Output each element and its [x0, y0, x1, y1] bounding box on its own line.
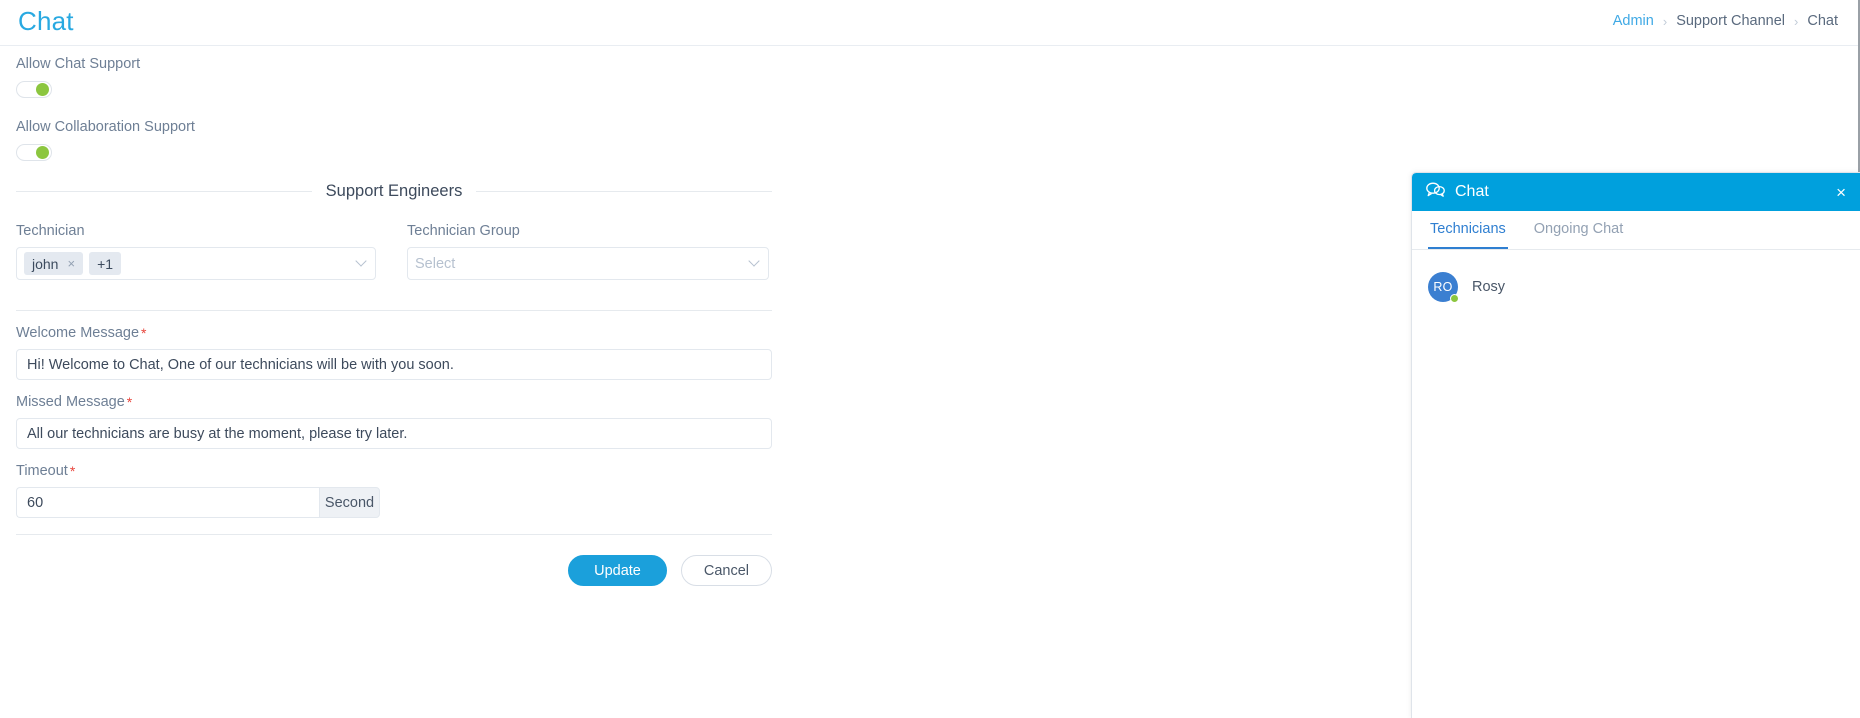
remove-chip-icon[interactable]: ×: [67, 256, 75, 271]
support-engineers-section-header: Support Engineers: [16, 182, 772, 201]
missed-message-label: Missed Message *: [16, 394, 772, 410]
page-header: Chat Admin › Support Channel › Chat: [0, 0, 1858, 46]
missed-message-label-text: Missed Message: [16, 394, 125, 410]
technician-group-field: Technician Group Select: [407, 223, 769, 280]
chevron-down-icon[interactable]: [748, 254, 760, 267]
update-button[interactable]: Update: [568, 555, 667, 586]
close-icon[interactable]: ×: [1836, 184, 1846, 201]
allow-collaboration-support-label: Allow Collaboration Support: [16, 119, 195, 135]
technician-list: RO Rosy: [1412, 250, 1860, 308]
chat-widget: Chat × Technicians Ongoing Chat RO Rosy: [1411, 172, 1860, 718]
allow-collaboration-support-toggle[interactable]: [16, 144, 52, 161]
allow-chat-support-toggle[interactable]: [16, 81, 52, 98]
timeout-unit-addon: Second: [319, 487, 380, 518]
cancel-button[interactable]: Cancel: [680, 555, 772, 586]
required-marker: *: [69, 463, 76, 479]
section-title: Support Engineers: [325, 182, 463, 200]
chat-widget-header: Chat ×: [1412, 173, 1860, 211]
chat-widget-tabs: Technicians Ongoing Chat: [1412, 211, 1860, 250]
chat-bubbles-icon: [1426, 182, 1445, 203]
welcome-message-label: Welcome Message *: [16, 325, 772, 341]
timeout-label-text: Timeout: [16, 463, 68, 479]
chevron-right-icon: ›: [1794, 13, 1799, 29]
welcome-message-input[interactable]: [16, 349, 772, 380]
technician-group-select[interactable]: Select: [407, 247, 769, 280]
avatar: RO: [1428, 272, 1459, 303]
technician-group-label: Technician Group: [407, 223, 520, 239]
chip-label: +1: [97, 255, 114, 272]
missed-message-field: Missed Message *: [16, 394, 772, 449]
chevron-down-icon[interactable]: [355, 254, 367, 267]
page-title: Chat: [18, 6, 74, 36]
divider-line-left: [16, 191, 312, 192]
technician-label: Technician: [16, 223, 85, 239]
toggle-knob: [36, 146, 49, 159]
technician-chip-overflow[interactable]: +1: [89, 252, 122, 275]
technician-chip-john[interactable]: john ×: [24, 252, 84, 275]
breadcrumb-item-admin[interactable]: Admin: [1613, 13, 1654, 29]
chat-widget-title: Chat: [1455, 183, 1489, 200]
timeout-input[interactable]: [16, 487, 319, 518]
welcome-message-field: Welcome Message *: [16, 325, 772, 380]
tab-ongoing-chat[interactable]: Ongoing Chat: [1532, 211, 1625, 249]
form-actions: Update Cancel: [16, 555, 772, 586]
technician-group-placeholder: Select: [415, 255, 456, 272]
technician-field: Technician john × +1: [16, 223, 376, 280]
list-item[interactable]: RO Rosy: [1412, 266, 1860, 308]
missed-message-input[interactable]: [16, 418, 772, 449]
breadcrumb-item-support-channel[interactable]: Support Channel: [1676, 13, 1785, 29]
technician-name: Rosy: [1472, 279, 1506, 295]
allow-chat-support-label: Allow Chat Support: [16, 56, 141, 72]
avatar-initials: RO: [1433, 280, 1453, 294]
timeout-label: Timeout *: [16, 463, 772, 479]
divider-line-right: [476, 191, 772, 192]
form-divider: [16, 310, 772, 311]
welcome-message-label-text: Welcome Message: [16, 325, 140, 341]
tab-technicians[interactable]: Technicians: [1428, 211, 1508, 249]
actions-divider: [16, 534, 772, 535]
online-status-dot: [1450, 294, 1459, 303]
breadcrumb: Admin › Support Channel › Chat: [1613, 13, 1838, 29]
required-marker: *: [141, 325, 147, 341]
technician-row: Technician john × +1 Technician Group Se…: [16, 223, 772, 294]
chat-settings-form: Allow Chat Support Allow Collaboration S…: [16, 56, 772, 586]
chevron-right-icon: ›: [1662, 13, 1668, 29]
chat-settings-page: Chat Admin › Support Channel › Chat Allo…: [0, 0, 1860, 718]
chip-label: john: [32, 255, 59, 272]
timeout-field: Timeout* Second: [16, 463, 772, 518]
toggle-knob: [36, 83, 49, 96]
timeout-input-group: Second: [16, 487, 380, 518]
technician-select[interactable]: john × +1: [16, 247, 376, 280]
breadcrumb-item-chat: Chat: [1807, 13, 1838, 29]
required-marker: *: [126, 394, 133, 410]
